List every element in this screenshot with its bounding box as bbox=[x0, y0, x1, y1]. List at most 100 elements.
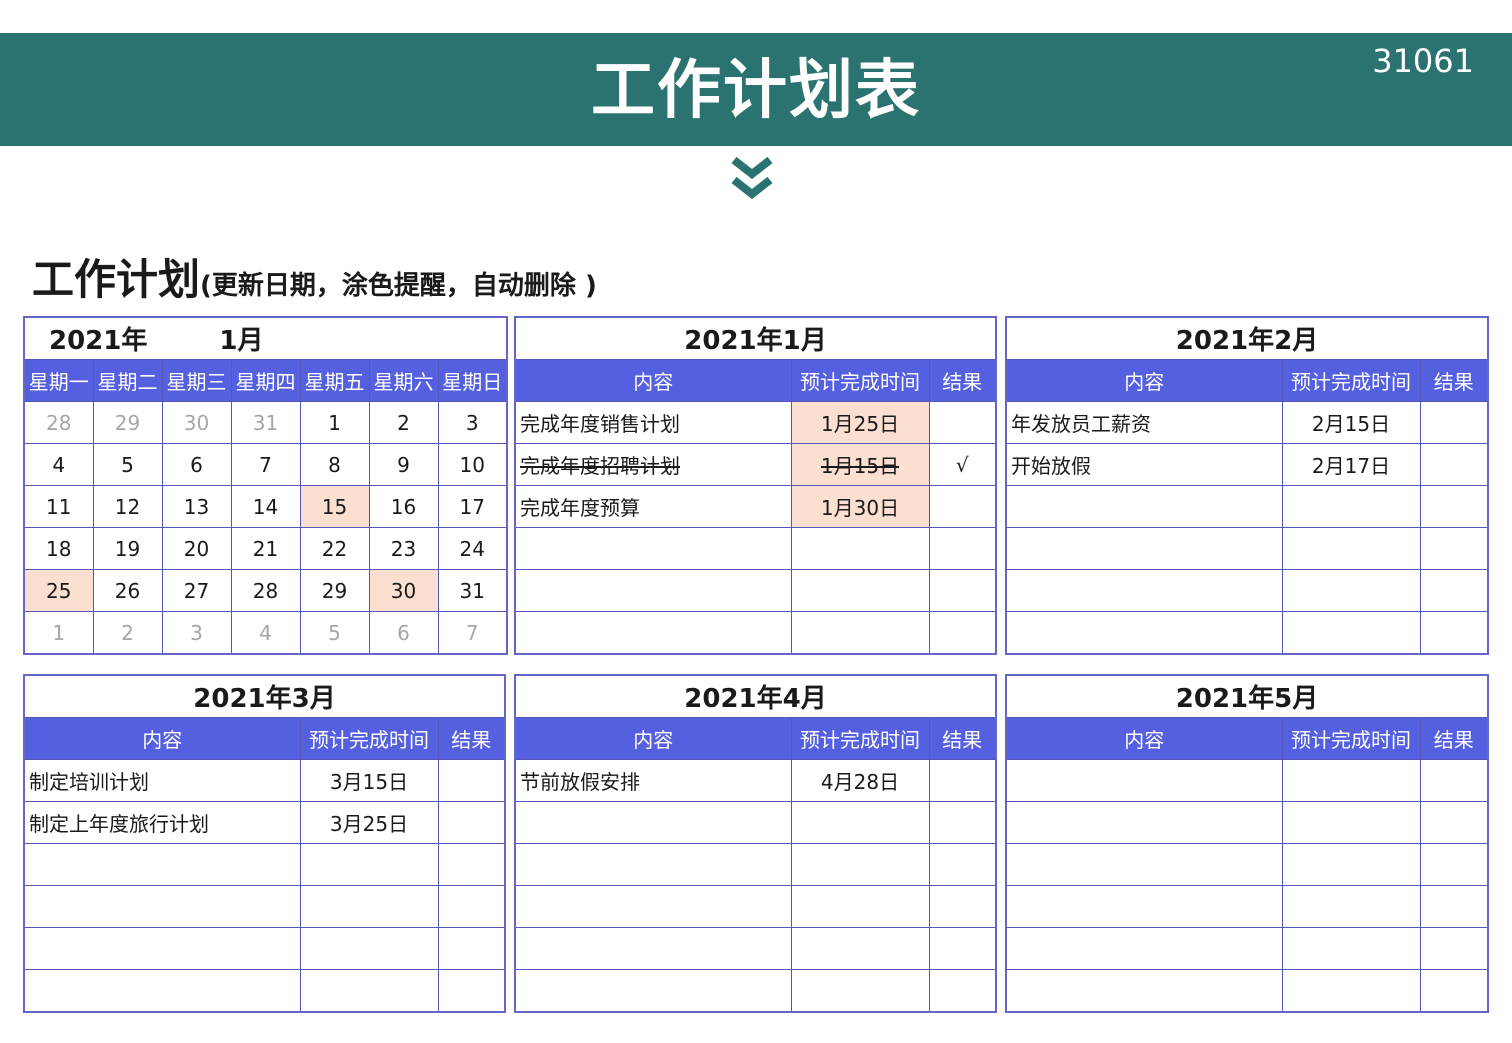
task-content[interactable] bbox=[1005, 527, 1283, 570]
task-result[interactable] bbox=[928, 527, 997, 570]
task-due-date[interactable] bbox=[790, 527, 930, 570]
task-content[interactable] bbox=[1005, 927, 1283, 970]
task-content[interactable] bbox=[1005, 969, 1283, 1013]
task-result[interactable]: √ bbox=[928, 443, 997, 486]
task-due-date[interactable]: 1月30日 bbox=[790, 485, 930, 528]
task-due-date[interactable]: 2月15日 bbox=[1281, 401, 1421, 444]
task-content[interactable]: 制定上年度旅行计划 bbox=[23, 801, 301, 844]
task-due-date[interactable] bbox=[790, 885, 930, 928]
task-content[interactable] bbox=[514, 527, 792, 570]
task-due-date[interactable] bbox=[299, 885, 439, 928]
task-content[interactable] bbox=[514, 843, 792, 886]
task-due-date[interactable] bbox=[299, 927, 439, 970]
task-due-date[interactable] bbox=[1281, 527, 1421, 570]
task-content[interactable] bbox=[514, 969, 792, 1013]
task-result[interactable] bbox=[437, 927, 506, 970]
task-content[interactable] bbox=[1005, 801, 1283, 844]
task-result[interactable] bbox=[928, 611, 997, 655]
plan-row: 制定上年度旅行计划 3月25日 bbox=[23, 801, 506, 844]
task-result[interactable] bbox=[1419, 485, 1489, 528]
task-due-date[interactable] bbox=[1281, 759, 1421, 802]
task-content[interactable] bbox=[1005, 843, 1283, 886]
task-content[interactable] bbox=[1005, 885, 1283, 928]
task-due-date[interactable] bbox=[299, 843, 439, 886]
task-due-date[interactable] bbox=[1281, 569, 1421, 612]
task-due-date[interactable]: 3月15日 bbox=[299, 759, 439, 802]
task-content[interactable] bbox=[23, 843, 301, 886]
calendar-day: 25 bbox=[23, 569, 94, 612]
task-due-date[interactable] bbox=[790, 843, 930, 886]
task-due-date[interactable] bbox=[1281, 927, 1421, 970]
task-content[interactable] bbox=[514, 801, 792, 844]
task-result[interactable] bbox=[928, 843, 997, 886]
task-due-date[interactable] bbox=[1281, 611, 1421, 655]
calendar-day: 11 bbox=[23, 485, 94, 528]
task-result[interactable] bbox=[928, 759, 997, 802]
task-result[interactable] bbox=[1419, 843, 1489, 886]
task-result[interactable] bbox=[928, 401, 997, 444]
task-result[interactable] bbox=[437, 969, 506, 1013]
task-content[interactable]: 完成年度招聘计划 bbox=[514, 443, 792, 486]
task-due-date[interactable] bbox=[790, 927, 930, 970]
calendar-day: 6 bbox=[368, 611, 439, 655]
calendar-day: 6 bbox=[161, 443, 232, 486]
task-result[interactable] bbox=[928, 885, 997, 928]
task-due-date[interactable] bbox=[790, 801, 930, 844]
task-content[interactable] bbox=[23, 885, 301, 928]
task-result[interactable] bbox=[928, 927, 997, 970]
task-content[interactable] bbox=[1005, 611, 1283, 655]
task-result[interactable] bbox=[928, 969, 997, 1013]
task-result[interactable] bbox=[1419, 443, 1489, 486]
task-content[interactable] bbox=[23, 969, 301, 1013]
task-result[interactable] bbox=[1419, 527, 1489, 570]
task-due-date[interactable] bbox=[1281, 801, 1421, 844]
task-due-date[interactable] bbox=[1281, 843, 1421, 886]
task-due-date[interactable]: 1月15日 bbox=[790, 443, 930, 486]
task-result[interactable] bbox=[1419, 569, 1489, 612]
sheet-code: 31061 bbox=[1372, 42, 1474, 80]
task-content[interactable]: 制定培训计划 bbox=[23, 759, 301, 802]
task-content[interactable] bbox=[514, 611, 792, 655]
task-content[interactable] bbox=[514, 927, 792, 970]
task-due-date[interactable] bbox=[299, 969, 439, 1013]
task-content[interactable]: 完成年度预算 bbox=[514, 485, 792, 528]
task-result[interactable] bbox=[1419, 801, 1489, 844]
plan-row: 完成年度预算 1月30日 bbox=[514, 485, 997, 528]
task-due-date[interactable] bbox=[790, 969, 930, 1013]
task-due-date[interactable] bbox=[1281, 485, 1421, 528]
task-due-date[interactable]: 4月28日 bbox=[790, 759, 930, 802]
task-content[interactable] bbox=[1005, 569, 1283, 612]
task-due-date[interactable]: 1月25日 bbox=[790, 401, 930, 444]
task-result[interactable] bbox=[437, 843, 506, 886]
calendar-day: 3 bbox=[161, 611, 232, 655]
task-due-date[interactable] bbox=[790, 569, 930, 612]
task-result[interactable] bbox=[437, 759, 506, 802]
task-result[interactable] bbox=[928, 485, 997, 528]
task-content[interactable]: 开始放假 bbox=[1005, 443, 1283, 486]
task-content[interactable]: 年发放员工薪资 bbox=[1005, 401, 1283, 444]
task-result[interactable] bbox=[928, 569, 997, 612]
task-result[interactable] bbox=[1419, 885, 1489, 928]
task-result[interactable] bbox=[1419, 927, 1489, 970]
task-result[interactable] bbox=[1419, 759, 1489, 802]
task-result[interactable] bbox=[437, 801, 506, 844]
task-due-date[interactable] bbox=[790, 611, 930, 655]
task-content[interactable] bbox=[514, 569, 792, 612]
calendar-day: 3 bbox=[437, 401, 508, 444]
task-due-date[interactable] bbox=[1281, 969, 1421, 1013]
task-content[interactable] bbox=[514, 885, 792, 928]
task-due-date[interactable] bbox=[1281, 885, 1421, 928]
task-content[interactable] bbox=[1005, 485, 1283, 528]
task-result[interactable] bbox=[437, 885, 506, 928]
task-result[interactable] bbox=[1419, 401, 1489, 444]
task-content[interactable]: 节前放假安排 bbox=[514, 759, 792, 802]
task-result[interactable] bbox=[928, 801, 997, 844]
task-content[interactable] bbox=[1005, 759, 1283, 802]
task-result[interactable] bbox=[1419, 969, 1489, 1013]
task-content[interactable]: 完成年度销售计划 bbox=[514, 401, 792, 444]
task-content[interactable] bbox=[23, 927, 301, 970]
task-result[interactable] bbox=[1419, 611, 1489, 655]
calendar-year: 2021年 bbox=[49, 326, 148, 356]
task-due-date[interactable]: 3月25日 bbox=[299, 801, 439, 844]
task-due-date[interactable]: 2月17日 bbox=[1281, 443, 1421, 486]
